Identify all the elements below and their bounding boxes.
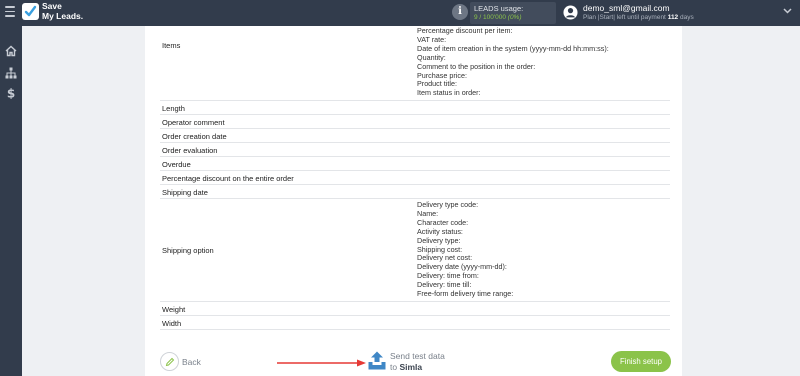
usage-percent: (0%) — [507, 14, 522, 21]
field-name: Weight — [162, 305, 186, 314]
svg-text:$: $ — [7, 87, 15, 99]
fields-table: Items Percentage discount per item: VAT … — [160, 26, 670, 330]
field-values: Delivery type code: Name: Character code… — [417, 200, 514, 299]
send-line-2: to Simla — [390, 362, 445, 373]
finish-setup-button[interactable]: Finish setup — [611, 351, 671, 372]
usage-label: LEADS usage: — [474, 4, 524, 13]
back-button[interactable] — [160, 352, 179, 371]
user-icon[interactable] — [563, 5, 578, 20]
logo-check-icon[interactable] — [22, 3, 39, 20]
field-row-length: Length — [160, 101, 670, 115]
plan-info: Plan |Start| left until payment 112 days — [583, 14, 694, 21]
field-row-shipping-date: Shipping date — [160, 185, 670, 199]
plan-prefix: Plan |Start| left until payment — [583, 14, 666, 21]
field-row-order-evaluation: Order evaluation — [160, 143, 670, 157]
field-name: Overdue — [162, 160, 191, 169]
field-name: Length — [162, 104, 185, 113]
field-name: Width — [162, 319, 182, 328]
field-row-overdue: Overdue — [160, 157, 670, 171]
field-name: Items — [162, 41, 181, 50]
field-row-percentage-discount: Percentage discount on the entire order — [160, 171, 670, 185]
usage-value: 9 / 100'000 (0%) — [474, 14, 522, 21]
field-name: Shipping date — [162, 188, 208, 197]
leads-usage-box: LEADS usage: 9 / 100'000 (0%) — [470, 2, 556, 24]
home-icon[interactable] — [5, 45, 17, 57]
plan-days: 112 — [667, 14, 679, 21]
send-prefix: to — [390, 361, 398, 372]
field-value: Item status in order: — [417, 88, 481, 98]
field-row-width: Width — [160, 316, 670, 330]
plan-suffix: days — [680, 14, 694, 21]
field-values: Percentage discount per item: VAT rate: … — [417, 26, 609, 98]
field-name: Order creation date — [162, 132, 227, 141]
field-value: Free-form delivery time range: — [417, 289, 514, 299]
field-row-weight: Weight — [160, 302, 670, 316]
field-name: Percentage discount on the entire order — [162, 174, 294, 183]
chevron-down-icon[interactable] — [783, 8, 792, 14]
red-arrow-annotation — [277, 359, 366, 367]
upload-icon[interactable] — [368, 351, 386, 370]
top-bar: Save My Leads. i LEADS usage: 9 / 100'00… — [0, 0, 800, 26]
field-row-operator-comment: Operator comment — [160, 115, 670, 129]
field-name: Operator comment — [162, 118, 225, 127]
brand-name[interactable]: Save My Leads. — [42, 1, 84, 21]
field-row-order-creation-date: Order creation date — [160, 129, 670, 143]
field-row-items: Items Percentage discount per item: VAT … — [160, 26, 670, 101]
dollar-icon[interactable]: $ — [5, 87, 17, 99]
field-name: Shipping option — [162, 246, 214, 255]
field-name: Order evaluation — [162, 146, 218, 155]
field-row-shipping-option: Shipping option Delivery type code: Name… — [160, 199, 670, 302]
brand-line-2: My Leads. — [42, 10, 84, 21]
pencil-icon — [165, 357, 175, 367]
sidebar: $ — [0, 26, 22, 376]
send-line-1: Send test data — [390, 351, 445, 361]
info-icon[interactable]: i — [452, 4, 468, 20]
send-target: Simla — [399, 361, 423, 372]
sitemap-icon[interactable] — [5, 67, 17, 79]
send-test-data-button[interactable]: Send test data to Simla — [390, 351, 445, 372]
user-email[interactable]: demo_sml@gmail.com — [583, 3, 670, 13]
usage-count: 9 / 100'000 — [474, 14, 506, 21]
menu-icon[interactable] — [5, 6, 15, 18]
back-label[interactable]: Back — [182, 357, 201, 367]
